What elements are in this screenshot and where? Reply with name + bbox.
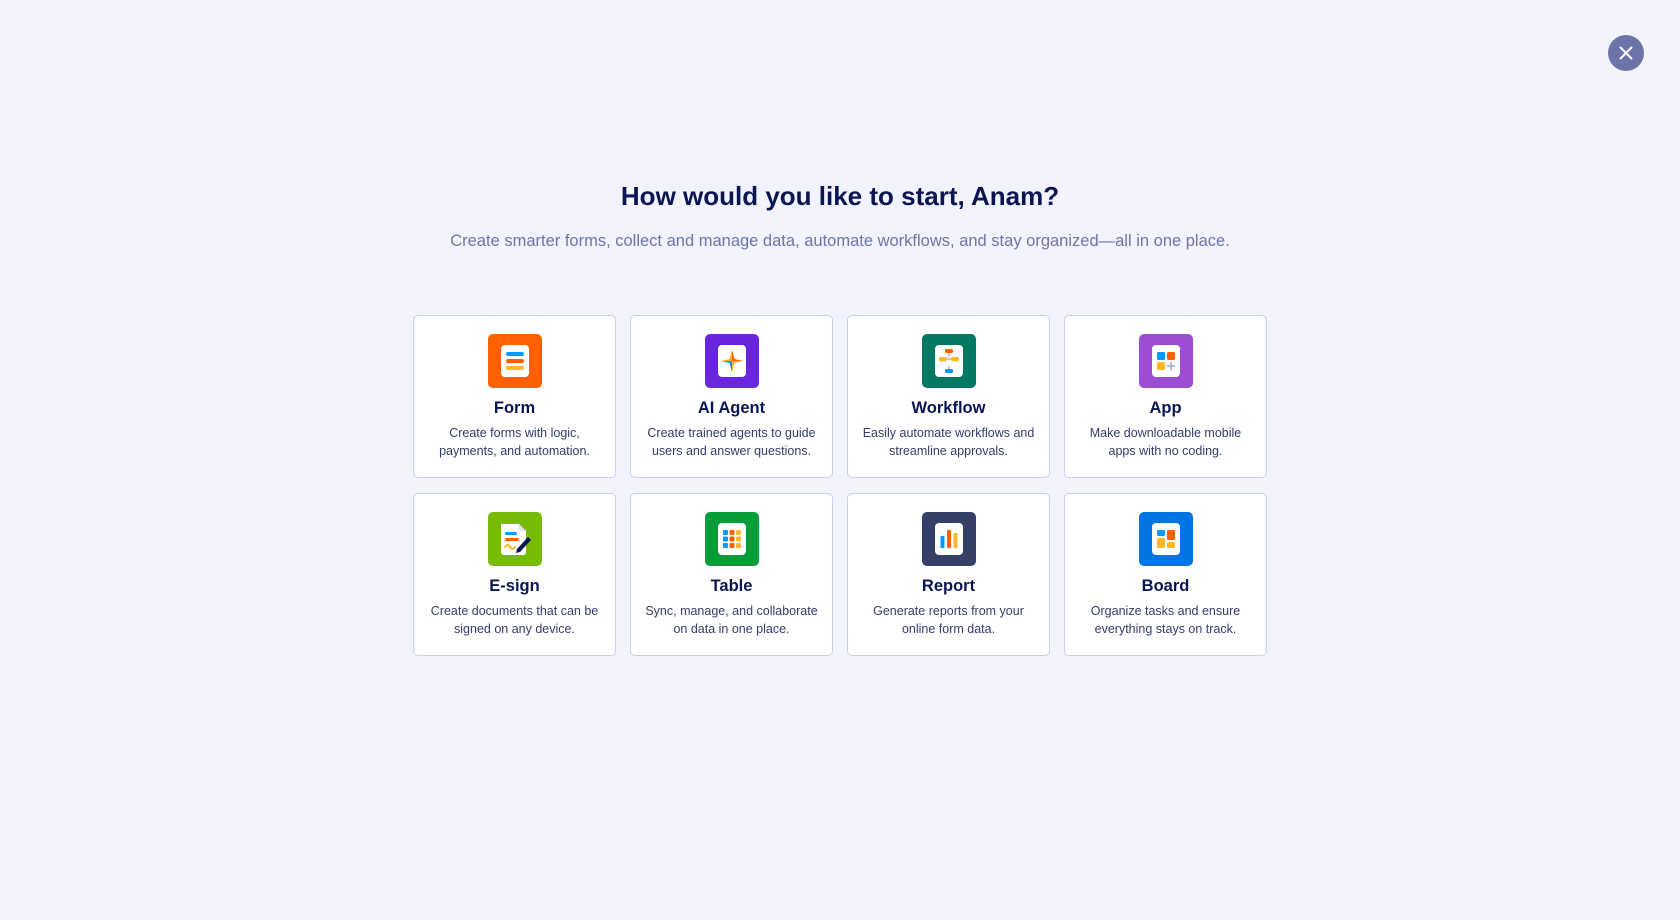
option-description: Generate reports from your online form d… — [873, 604, 1024, 636]
form-icon — [487, 334, 542, 388]
option-grid: Form Create forms with logic, payments, … — [413, 315, 1268, 656]
option-card-workflow[interactable]: Workflow Easily automate workflows and s… — [847, 315, 1050, 478]
option-card-ai-agent[interactable]: AI Agent Create trained agents to guide … — [630, 315, 833, 478]
board-icon — [1138, 512, 1193, 566]
option-title: Board — [1141, 577, 1190, 595]
app-icon — [1138, 334, 1193, 388]
option-card-table[interactable]: Table Sync, manage, and collaborate on d… — [630, 493, 833, 656]
option-title: Table — [710, 577, 753, 595]
option-card-app[interactable]: App Make downloadable mobile apps with n… — [1064, 315, 1267, 478]
ai-agent-icon — [704, 334, 759, 388]
option-description: Easily automate workflows and streamline… — [862, 426, 1035, 458]
option-description: Create trained agents to guide users and… — [647, 426, 816, 458]
page-subtitle: Create smarter forms, collect and manage… — [450, 232, 1230, 250]
report-icon — [921, 512, 976, 566]
close-icon — [1619, 46, 1633, 60]
option-title: Workflow — [911, 399, 986, 417]
option-title: E-sign — [489, 577, 540, 595]
option-description: Create documents that can be signed on a… — [430, 604, 599, 636]
option-title: AI Agent — [697, 399, 766, 417]
option-description: Create forms with logic, payments, and a… — [439, 426, 590, 458]
option-title: Report — [921, 577, 976, 595]
option-card-report[interactable]: Report Generate reports from your online… — [847, 493, 1050, 656]
option-description: Organize tasks and ensure everything sta… — [1090, 604, 1241, 636]
option-description: Make downloadable mobile apps with no co… — [1089, 426, 1242, 458]
option-card-board[interactable]: Board Organize tasks and ensure everythi… — [1064, 493, 1267, 656]
option-description: Sync, manage, and collaborate on data in… — [645, 604, 818, 636]
start-dialog: How would you like to start, Anam? Creat… — [0, 0, 1680, 920]
option-title: Form — [493, 399, 536, 417]
page-title: How would you like to start, Anam? — [620, 181, 1060, 211]
option-card-form[interactable]: Form Create forms with logic, payments, … — [413, 315, 616, 478]
option-card-e-sign[interactable]: E-sign Create documents that can be sign… — [413, 493, 616, 656]
workflow-icon — [921, 334, 976, 388]
close-button[interactable] — [1608, 35, 1644, 71]
option-title: App — [1149, 399, 1182, 417]
table-icon — [704, 512, 759, 566]
e-sign-icon — [487, 512, 542, 566]
